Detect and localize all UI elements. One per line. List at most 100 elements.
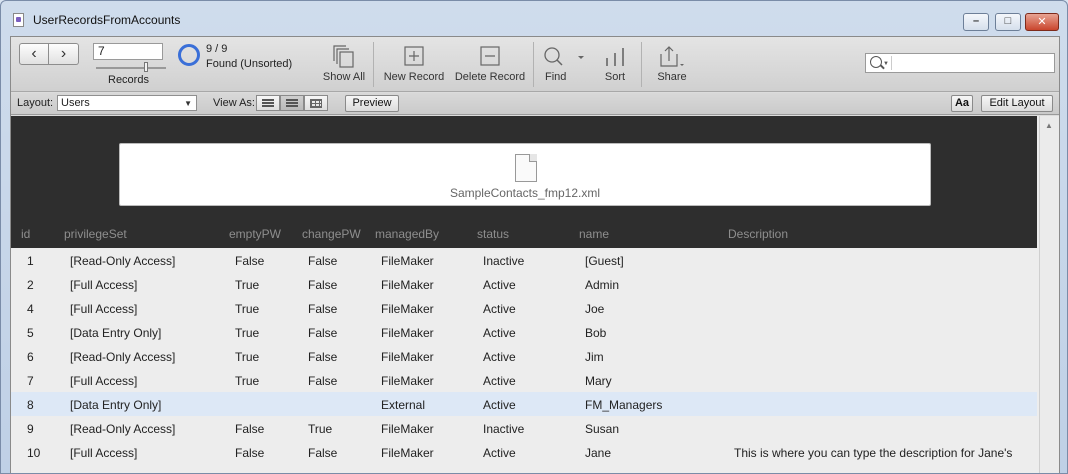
search-options-arrow-icon[interactable]: ▼ <box>883 61 889 67</box>
quick-find-search-input[interactable]: ▼ <box>865 53 1055 73</box>
field-id[interactable]: 7 <box>27 374 34 388</box>
field-status[interactable]: Active <box>483 326 516 340</box>
field-name[interactable]: Susan <box>585 422 619 436</box>
field-name[interactable]: Jim <box>585 350 604 364</box>
minimize-button[interactable]: – <box>963 13 989 31</box>
field-privilegeset[interactable]: [Full Access] <box>70 302 137 316</box>
vertical-scrollbar[interactable]: ▲ <box>1039 116 1059 473</box>
preview-button[interactable]: Preview <box>345 95 399 112</box>
field-managedby[interactable]: FileMaker <box>381 422 434 436</box>
field-privilegeset[interactable]: [Full Access] <box>70 278 137 292</box>
field-privilegeset[interactable]: [Data Entry Only] <box>70 398 161 412</box>
field-name[interactable]: Jane <box>585 446 611 460</box>
field-status[interactable]: Active <box>483 398 516 412</box>
field-changepw[interactable]: False <box>308 446 337 460</box>
current-record-field[interactable]: 7 <box>93 43 163 60</box>
table-row[interactable]: 5 [Data Entry Only] True False FileMaker Acti… <box>11 320 1037 344</box>
field-emptypw[interactable]: True <box>235 326 259 340</box>
field-privilegeset[interactable]: [Full Access] <box>70 374 137 388</box>
field-id[interactable]: 8 <box>27 398 34 412</box>
field-changepw[interactable]: False <box>308 254 337 268</box>
table-row[interactable]: 4 [Full Access] True False FileMaker Active Jo… <box>11 296 1037 320</box>
share-button[interactable]: Share <box>649 45 695 87</box>
field-name[interactable]: Admin <box>585 278 619 292</box>
show-all-button[interactable]: Show All <box>319 45 369 87</box>
field-status[interactable]: Inactive <box>483 254 524 268</box>
field-emptypw[interactable]: False <box>235 422 264 436</box>
field-managedby[interactable]: FileMaker <box>381 350 434 364</box>
field-id[interactable]: 4 <box>27 302 34 316</box>
record-slider-handle[interactable] <box>144 62 148 72</box>
field-name[interactable]: FM_Managers <box>585 398 662 412</box>
field-name[interactable]: Bob <box>585 326 606 340</box>
table-row[interactable]: 6 [Read-Only Access] True False FileMaker Act… <box>11 344 1037 368</box>
field-managedby[interactable]: FileMaker <box>381 302 434 316</box>
field-status[interactable]: Active <box>483 302 516 316</box>
table-row[interactable]: 7 [Full Access] True False FileMaker Active Ma… <box>11 368 1037 392</box>
field-emptypw[interactable]: False <box>235 446 264 460</box>
field-privilegeset[interactable]: [Full Access] <box>70 446 137 460</box>
previous-record-button[interactable]: ‹ <box>19 43 49 65</box>
field-status[interactable]: Active <box>483 278 516 292</box>
file-container-field[interactable]: SampleContacts_fmp12.xml <box>119 143 931 206</box>
record-slider[interactable] <box>96 67 166 69</box>
field-status[interactable]: Active <box>483 374 516 388</box>
field-changepw[interactable]: False <box>308 302 337 316</box>
field-changepw[interactable]: False <box>308 350 337 364</box>
find-button[interactable]: Find <box>539 45 587 87</box>
sort-button[interactable]: Sort <box>593 45 637 87</box>
table-row[interactable]: 2 [Full Access] True False FileMaker Active Ad… <box>11 272 1037 296</box>
new-record-button[interactable]: New Record <box>379 45 449 87</box>
field-id[interactable]: 9 <box>27 422 34 436</box>
field-name[interactable]: Joe <box>585 302 604 316</box>
field-emptypw[interactable]: True <box>235 350 259 364</box>
field-emptypw[interactable]: True <box>235 374 259 388</box>
view-as-table-button[interactable] <box>304 95 328 111</box>
next-record-button[interactable]: › <box>49 43 79 65</box>
field-changepw[interactable]: False <box>308 278 337 292</box>
field-status[interactable]: Inactive <box>483 422 524 436</box>
field-id[interactable]: 10 <box>27 446 40 460</box>
field-changepw[interactable]: True <box>308 422 332 436</box>
field-managedby[interactable]: FileMaker <box>381 254 434 268</box>
field-emptypw[interactable]: True <box>235 302 259 316</box>
maximize-button[interactable]: □ <box>995 13 1021 31</box>
field-emptypw[interactable]: True <box>235 278 259 292</box>
field-id[interactable]: 5 <box>27 326 34 340</box>
field-managedby[interactable]: External <box>381 398 425 412</box>
table-row[interactable]: 1 [Read-Only Access] False False FileMaker In… <box>11 248 1037 272</box>
field-privilegeset[interactable]: [Read-Only Access] <box>70 254 175 268</box>
field-name[interactable]: Mary <box>585 374 612 388</box>
field-emptypw[interactable]: False <box>235 254 264 268</box>
layout-dropdown[interactable]: Users ▼ <box>57 95 197 111</box>
field-privilegeset[interactable]: [Read-Only Access] <box>70 350 175 364</box>
close-button[interactable]: ✕ <box>1025 13 1059 31</box>
field-managedby[interactable]: FileMaker <box>381 446 434 460</box>
field-id[interactable]: 6 <box>27 350 34 364</box>
field-description[interactable]: This is where you can type the descripti… <box>734 446 1012 460</box>
field-managedby[interactable]: FileMaker <box>381 374 434 388</box>
table-row[interactable]: 8 [Data Entry Only] External Active FM_Manag… <box>11 392 1037 416</box>
field-id[interactable]: 2 <box>27 278 34 292</box>
table-row[interactable]: 10 [Full Access] False False FileMaker Active… <box>11 440 1037 464</box>
field-id[interactable]: 1 <box>27 254 34 268</box>
field-managedby[interactable]: FileMaker <box>381 278 434 292</box>
field-changepw[interactable]: False <box>308 326 337 340</box>
delete-record-button[interactable]: Delete Record <box>453 45 527 87</box>
field-managedby[interactable]: FileMaker <box>381 326 434 340</box>
scroll-up-arrow-icon[interactable]: ▲ <box>1045 121 1053 130</box>
found-set-pie-icon[interactable] <box>178 44 200 66</box>
edit-layout-button[interactable]: Edit Layout <box>981 95 1053 112</box>
table-row[interactable]: 9 [Read-Only Access] False True FileMaker Ina… <box>11 416 1037 440</box>
field-privilegeset[interactable]: [Read-Only Access] <box>70 422 175 436</box>
field-status[interactable]: Active <box>483 350 516 364</box>
view-as-list-button[interactable] <box>280 95 304 111</box>
field-name[interactable]: [Guest] <box>585 254 624 268</box>
field-status[interactable]: Active <box>483 446 516 460</box>
formatting-bar-button[interactable]: Aa <box>951 95 973 112</box>
field-changepw[interactable]: False <box>308 374 337 388</box>
form-view-icon <box>262 99 274 107</box>
field-privilegeset[interactable]: [Data Entry Only] <box>70 326 161 340</box>
view-as-form-button[interactable] <box>256 95 280 111</box>
column-header-changepw: changePW <box>302 227 361 241</box>
